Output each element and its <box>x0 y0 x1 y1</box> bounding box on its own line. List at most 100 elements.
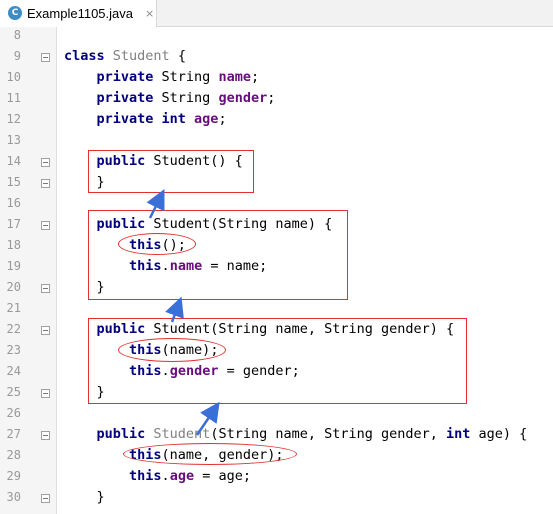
code-line[interactable]: 17 public Student(String name) { <box>0 214 553 235</box>
code-text: public Student() { <box>64 151 243 172</box>
code-token: } <box>64 174 105 190</box>
code-text: public Student(String name, String gende… <box>64 319 455 340</box>
code-token: = gender; <box>218 363 300 379</box>
code-text: private int age; <box>64 109 227 130</box>
editor-tab-bar: C Example1105.java × <box>0 0 553 28</box>
code-line[interactable]: 19 this.name = name; <box>0 256 553 277</box>
file-tab[interactable]: C Example1105.java × <box>0 0 157 28</box>
code-token: age <box>194 111 219 127</box>
line-number: 20 <box>6 280 21 294</box>
code-editor[interactable]: 8 9 class Student {10 private String name;… <box>0 27 553 514</box>
code-text: this.age = age; <box>64 466 251 487</box>
code-token: Student() { <box>153 153 243 169</box>
line-number: 23 <box>6 343 21 357</box>
line-number: 8 <box>13 28 21 42</box>
line-number: 28 <box>6 448 21 462</box>
code-token: (); <box>161 237 186 253</box>
java-class-icon: C <box>8 6 22 20</box>
code-token: this <box>64 258 162 274</box>
code-line[interactable]: 23 this(name); <box>0 340 553 361</box>
line-number: 14 <box>6 154 21 168</box>
code-token: ; <box>218 111 227 127</box>
code-token: Student(String name, String gender) { <box>153 321 455 337</box>
code-text: } <box>64 382 105 403</box>
code-line[interactable]: 11 private String gender; <box>0 88 553 109</box>
fold-marker-icon[interactable] <box>41 431 50 440</box>
code-line[interactable]: 15 } <box>0 172 553 193</box>
close-tab-icon[interactable]: × <box>145 7 154 20</box>
line-number: 11 <box>6 91 21 105</box>
line-number: 16 <box>6 196 21 210</box>
code-line[interactable]: 21 <box>0 298 553 319</box>
code-line[interactable]: 16 <box>0 193 553 214</box>
code-token: gender <box>218 90 268 106</box>
fold-marker-icon[interactable] <box>41 326 50 335</box>
code-token: this <box>64 363 162 379</box>
fold-marker-icon[interactable] <box>41 284 50 293</box>
code-line[interactable]: 13 <box>0 130 553 151</box>
code-line[interactable]: 14 public Student() { <box>0 151 553 172</box>
line-number: 17 <box>6 217 21 231</box>
line-number: 13 <box>6 133 21 147</box>
fold-marker-icon[interactable] <box>41 389 50 398</box>
code-token: public <box>64 426 154 442</box>
code-text: public Student(String name) { <box>64 214 333 235</box>
code-text: this(); <box>64 235 186 256</box>
line-number: 30 <box>6 490 21 504</box>
code-line[interactable]: 24 this.gender = gender; <box>0 361 553 382</box>
code-line[interactable]: 25 } <box>0 382 553 403</box>
code-token: gender <box>169 363 219 379</box>
code-text: private String gender; <box>64 88 276 109</box>
code-line[interactable]: 20 } <box>0 277 553 298</box>
code-line[interactable]: 18 this(); <box>0 235 553 256</box>
line-number: 9 <box>13 49 21 63</box>
code-line[interactable]: 26 <box>0 403 553 424</box>
line-number: 25 <box>6 385 21 399</box>
code-token: this <box>64 237 162 253</box>
code-token: this <box>64 447 162 463</box>
code-token: = name; <box>202 258 268 274</box>
code-line[interactable]: 9 class Student { <box>0 46 553 67</box>
line-number: 22 <box>6 322 21 336</box>
fold-marker-icon[interactable] <box>41 179 50 188</box>
line-number: 15 <box>6 175 21 189</box>
code-token: ; <box>267 90 276 106</box>
code-token: this <box>64 342 162 358</box>
code-token: (String name, String gender, <box>210 426 447 442</box>
code-token: = age; <box>194 468 251 484</box>
code-token: Student <box>112 48 170 64</box>
code-line[interactable]: 29 this.age = age; <box>0 466 553 487</box>
code-token: name <box>169 258 203 274</box>
fold-marker-icon[interactable] <box>41 53 50 62</box>
code-token: public <box>64 321 154 337</box>
code-line[interactable]: 22 public Student(String name, String ge… <box>0 319 553 340</box>
code-token: private <box>64 69 162 85</box>
code-token: private <box>64 90 162 106</box>
code-line[interactable]: 28 this(name, gender); <box>0 445 553 466</box>
code-line[interactable]: 12 private int age; <box>0 109 553 130</box>
fold-marker-icon[interactable] <box>41 221 50 230</box>
line-number: 24 <box>6 364 21 378</box>
fold-marker-icon[interactable] <box>41 494 50 503</box>
code-text: this(name, gender); <box>64 445 283 466</box>
code-text: } <box>64 277 105 298</box>
code-token: (name); <box>161 342 219 358</box>
code-token: (name, gender); <box>161 447 284 463</box>
code-token: class <box>64 48 113 64</box>
code-token: String <box>161 90 219 106</box>
code-text: } <box>64 172 105 193</box>
code-token: String <box>161 69 219 85</box>
code-line[interactable]: 8 <box>0 25 553 46</box>
code-token: } <box>64 384 105 400</box>
code-token: ; <box>250 69 260 85</box>
code-line[interactable]: 27 public Student(String name, String ge… <box>0 424 553 445</box>
code-line[interactable]: 30 } <box>0 487 553 508</box>
code-token: public <box>64 216 154 232</box>
code-token: public <box>64 153 154 169</box>
line-number: 29 <box>6 469 21 483</box>
code-token: } <box>64 279 105 295</box>
code-line[interactable]: 10 private String name; <box>0 67 553 88</box>
fold-marker-icon[interactable] <box>41 158 50 167</box>
code-token: . <box>161 363 170 379</box>
code-token: Student <box>153 426 211 442</box>
